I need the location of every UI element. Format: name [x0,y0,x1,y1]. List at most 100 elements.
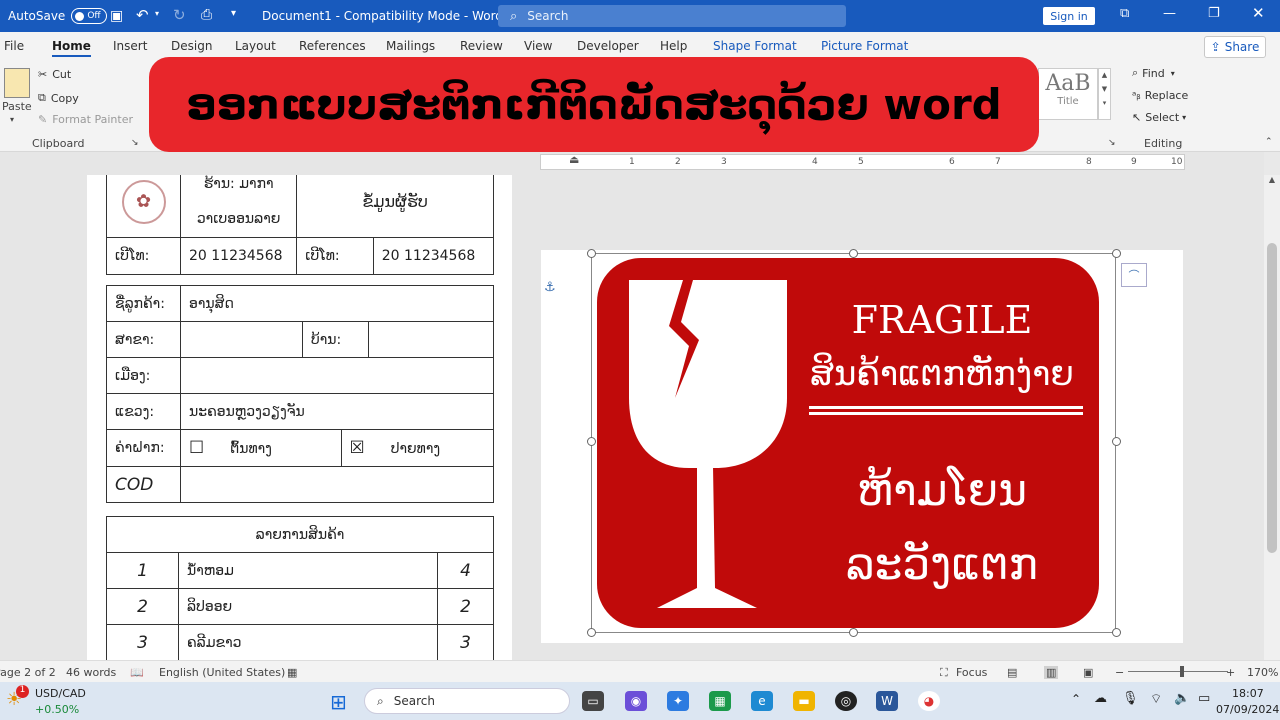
replace-button[interactable]: ᵃᵦ Replace [1132,89,1188,102]
clock-date[interactable]: 07/09/2024 [1216,703,1279,716]
file-explorer-icon[interactable]: ▬ [793,691,815,711]
styles-launcher-icon[interactable]: ↘ [1108,138,1116,148]
tab-insert[interactable]: Insert [113,39,147,53]
zoom-in-button[interactable]: + [1226,666,1235,679]
maximize-icon[interactable]: ❐ [1208,6,1220,21]
sign-in-button[interactable]: Sign in [1043,7,1095,25]
onedrive-icon[interactable]: ☁ [1094,691,1107,706]
accessibility-icon[interactable]: ▦ [287,666,297,679]
scroll-down-icon[interactable]: ▼ [1099,85,1110,93]
select-button[interactable]: ↖ Select ▾ [1132,111,1186,124]
checkbox-checked-icon[interactable]: ☒ [350,438,365,458]
paste-icon[interactable] [4,68,30,98]
scroll-thumb[interactable] [1267,243,1277,553]
zoom-slider[interactable] [1128,671,1228,672]
shipping-option-destination[interactable]: ☒ ປາຍທາງ [341,430,493,466]
language[interactable]: English (United States) [159,666,285,679]
resize-handle[interactable] [587,628,596,637]
paste-button[interactable]: Paste [2,100,32,113]
tab-help[interactable]: Help [660,39,687,53]
resize-handle[interactable] [587,437,596,446]
read-mode-icon[interactable]: ▤ [1007,666,1017,679]
obs-icon[interactable]: ◎ [835,691,857,711]
indent-marker-icon[interactable]: ⏏ [569,153,579,166]
find-button[interactable]: ⌕ Find ▾ [1132,66,1175,80]
tab-design[interactable]: Design [171,39,212,53]
paste-dropdown-icon[interactable]: ▾ [10,115,14,124]
tab-view[interactable]: View [524,39,552,53]
tab-shape-format[interactable]: Shape Format [713,39,797,53]
copilot-icon[interactable]: ✦ [667,691,689,711]
layout-options-icon[interactable]: ⌒ [1121,263,1147,287]
edge-icon[interactable]: e [751,691,773,711]
resize-handle[interactable] [849,249,858,258]
show-hidden-icons-icon[interactable]: ⌃ [1071,692,1081,706]
zoom-out-button[interactable]: − [1115,666,1124,679]
tab-review[interactable]: Review [460,39,503,53]
wifi-icon[interactable]: ⌔ [1150,691,1162,707]
collapse-ribbon-icon[interactable]: ⌃ [1265,137,1273,147]
page-count[interactable]: Page 2 of 2 [0,666,56,679]
tab-file[interactable]: File [4,39,24,53]
scroll-up-icon[interactable]: ▲ [1264,175,1280,184]
scroll-up-icon[interactable]: ▲ [1099,71,1110,79]
widgets-icon[interactable]: ▦ [709,691,731,711]
resize-handle[interactable] [1112,628,1121,637]
tab-developer[interactable]: Developer [577,39,639,53]
tab-picture-format[interactable]: Picture Format [821,39,908,53]
shipping-option-origin[interactable]: ☐ ຕົ້ນທາງ [181,430,342,466]
undo-dropdown-icon[interactable]: ▾ [155,9,159,18]
proofing-icon[interactable]: 📖 [130,666,144,679]
word-app-icon[interactable]: W [876,691,898,711]
resize-handle[interactable] [1112,437,1121,446]
cut-button[interactable]: ✂ Cut [38,68,71,81]
vertical-scrollbar[interactable]: ▲ [1264,175,1280,660]
tab-home[interactable]: Home [52,39,91,57]
web-layout-icon[interactable]: ▣ [1083,666,1093,679]
task-view-icon[interactable]: ▭ [582,691,604,711]
search-box[interactable]: ⌕ Search [498,5,846,27]
print-preview-icon[interactable]: ⎙ [201,7,212,23]
battery-icon[interactable]: ▭ [1198,691,1210,706]
save-icon[interactable]: ▣ [110,8,123,24]
horizontal-ruler[interactable]: ⏏ 1 2 3 4 5 6 7 8 9 10 [540,153,1185,170]
chat-icon[interactable]: ◉ [625,691,647,711]
ticker-name[interactable]: USD/CAD [35,687,86,700]
undo-icon[interactable]: ↶ [136,6,149,24]
minimize-icon[interactable]: — [1163,6,1176,21]
windows-start-icon[interactable]: ⊞ [330,690,347,714]
tab-layout[interactable]: Layout [235,39,276,53]
resize-handle[interactable] [587,249,596,258]
volume-icon[interactable]: 🔈 [1174,691,1190,706]
checkbox-unchecked-icon[interactable]: ☐ [189,438,204,458]
resize-handle[interactable] [1112,249,1121,258]
more-styles-icon[interactable]: ▾ [1099,99,1110,107]
zoom-slider-thumb[interactable] [1180,666,1184,677]
ribbon-display-icon[interactable]: ⧉ [1120,6,1129,21]
tab-mailings[interactable]: Mailings [386,39,435,53]
chrome-icon[interactable]: ◕ [918,691,940,711]
focus-button[interactable]: Focus [956,666,987,679]
clock-time[interactable]: 18:07 [1232,687,1264,700]
taskbar-search[interactable]: ⌕ Search [364,688,570,714]
word-count[interactable]: 46 words [66,666,116,679]
autosave-toggle[interactable]: Off [71,8,108,24]
print-layout-icon[interactable]: ▥ [1044,666,1059,679]
close-icon[interactable]: ✕ [1252,4,1265,22]
anchor-icon[interactable]: ⚓ [544,280,556,295]
document-page-1[interactable]: ✿ ຮ້ານ: ມາກາ ຂໍ້ມູນຜູ້ຮັບ ວາເບອອນລາຍ ເບີ… [87,175,512,660]
format-painter-button[interactable]: ✎ Format Painter [38,113,133,126]
copy-button[interactable]: ⧉ Copy [38,91,79,105]
focus-icon[interactable]: ⛶ [940,666,948,680]
resize-handle[interactable] [849,628,858,637]
zoom-level[interactable]: 170% [1247,666,1278,679]
style-gallery-scroll[interactable]: ▲ ▼ ▾ [1098,68,1111,120]
customize-quick-access-icon[interactable]: ▾ [231,8,236,19]
redo-icon[interactable]: ↻ [173,6,186,24]
microphone-icon[interactable]: 🎙 [1122,691,1139,706]
autosave[interactable]: AutoSave Off [8,8,108,24]
share-button[interactable]: ⇪ Share [1204,36,1266,58]
clipboard-launcher-icon[interactable]: ↘ [131,138,139,148]
style-gallery-title[interactable]: AaB Title [1038,68,1098,120]
tab-references[interactable]: References [299,39,366,53]
